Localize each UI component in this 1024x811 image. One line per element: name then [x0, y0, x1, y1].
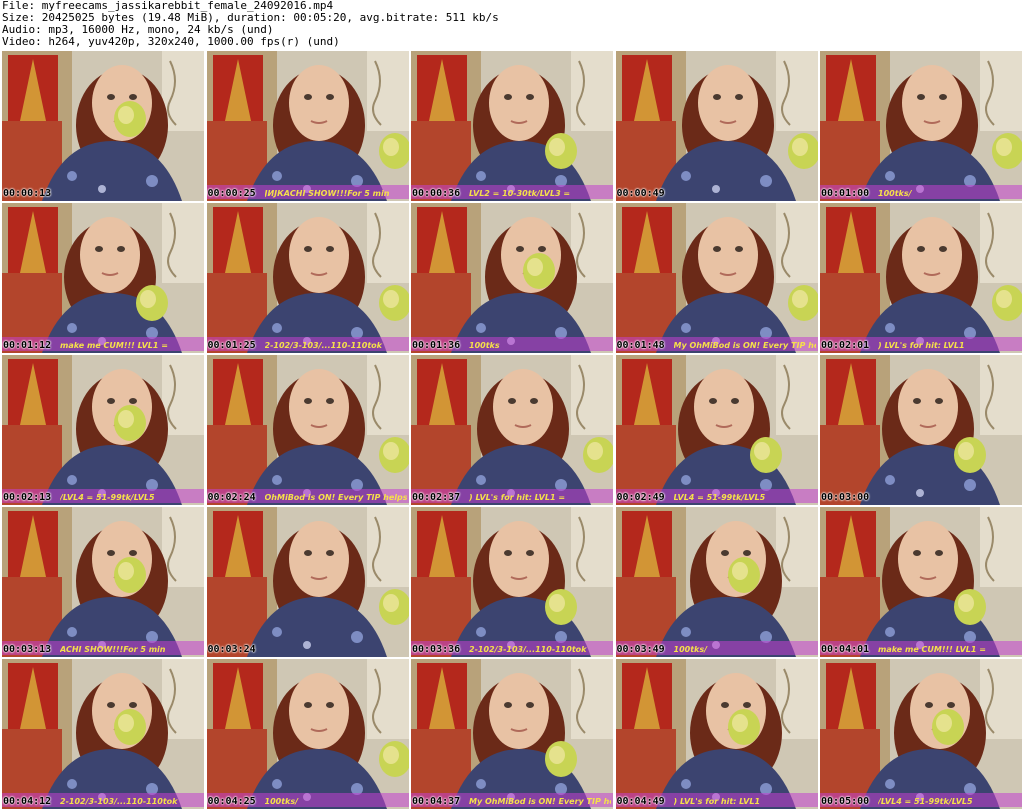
- frame-scene: [206, 507, 409, 657]
- timestamp-label: 00:05:00: [821, 796, 870, 807]
- video-thumbnail: LVL2 = 10-30tk/LVL3 = 00:00:36: [411, 51, 613, 201]
- overlay-banner: [2, 489, 204, 503]
- frame-scene: [2, 51, 204, 201]
- timestamp-label: 00:03:36: [412, 644, 461, 655]
- overlay-banner: [615, 793, 818, 807]
- timestamp-label: 00:03:13: [3, 644, 52, 655]
- timestamp-label: 00:04:25: [207, 796, 256, 807]
- video-thumbnail: My OhMiBod is ON! Every TIP helps 00:04:3…: [411, 659, 613, 809]
- timestamp-label: 00:03:24: [207, 644, 256, 655]
- thumbnail-grid: 00:00:13 ЈИЈКАСНІ SHOW!!!For 5 min 00:00:…: [2, 51, 1022, 809]
- timestamp-label: 00:04:49: [616, 796, 665, 807]
- overlay-text: My OhMiBod is ON! Every TIP helps: [673, 341, 816, 350]
- overlay-banner: [411, 641, 613, 655]
- video-thumbnail: /LVL4 = 51-99tk/LVL5 00:02:13: [2, 355, 204, 505]
- overlay-text: ЈИЈКАСНІ SHOW!!!For 5 min: [264, 189, 390, 198]
- timestamp-label: 00:00:25: [207, 188, 256, 199]
- file-info-header: File: myfreecams_jassikarebbit_female_24…: [0, 0, 1024, 50]
- overlay-banner: [206, 793, 409, 807]
- timestamp-label: 00:04:37: [412, 796, 461, 807]
- overlay-banner: [411, 793, 613, 807]
- timestamp-label: 00:02:01: [821, 340, 870, 351]
- overlay-text: ) LVL's for hit: LVL1 =: [469, 493, 566, 502]
- overlay-text: 100tks/: [673, 645, 708, 654]
- timestamp-label: 00:04:12: [3, 796, 52, 807]
- overlay-text: 2-102/3-103/...110-110tok: [60, 797, 178, 806]
- video-thumbnail: make me CUM!!! LVL1 = 00:04:01: [820, 507, 1022, 657]
- video-thumbnail: 2-102/3-103/...110-110tok 00:04:12: [2, 659, 204, 809]
- video-thumbnail: My OhMiBod is ON! Every TIP helps 00:01:4…: [615, 203, 818, 353]
- overlay-banner: [2, 337, 204, 351]
- video-thumbnail: 2-102/3-103/...110-110tok 00:01:25: [206, 203, 409, 353]
- overlay-banner: [411, 185, 613, 199]
- overlay-text: 100tks: [469, 341, 500, 350]
- overlay-text: 2-102/3-103/...110-110tok: [469, 645, 587, 654]
- video-thumbnail: 100tks/00:03:49: [615, 507, 818, 657]
- overlay-banner: [206, 489, 409, 503]
- overlay-banner: [820, 185, 1022, 199]
- frame-scene: [820, 355, 1022, 505]
- timestamp-label: 00:01:25: [207, 340, 256, 351]
- video-thumbnail: make me CUM!!! LVL1 = 00:01:12: [2, 203, 204, 353]
- video-thumbnail: 00:00:13: [2, 51, 204, 201]
- overlay-text: ) LVL's for hit: LVL1: [673, 797, 761, 806]
- timestamp-label: 00:00:49: [616, 188, 665, 199]
- video-thumbnail: 00:03:24: [206, 507, 409, 657]
- video-thumbnail: 2-102/3-103/...110-110tok 00:03:36: [411, 507, 613, 657]
- overlay-text: 2-102/3-103/...110-110tok: [264, 341, 383, 350]
- timestamp-label: 00:00:13: [3, 188, 52, 199]
- video-thumbnail: 100tks/00:01:00: [820, 51, 1022, 201]
- overlay-text: ) LVL's for hit: LVL1: [878, 341, 965, 350]
- video-thumbnail: /LVL4 = 51-99tk/LVL5 00:05:00: [820, 659, 1022, 809]
- overlay-text: 100tks/: [264, 797, 299, 806]
- overlay-text: My OhMiBod is ON! Every TIP helps: [469, 797, 611, 806]
- overlay-banner: [615, 489, 818, 503]
- timestamp-label: 00:03:49: [616, 644, 665, 655]
- video-thumbnail: LVL4 = 51-99tk/LVL5 00:02:49: [615, 355, 818, 505]
- video-thumbnail: ) LVL's for hit: LVL1 00:04:49: [615, 659, 818, 809]
- video-thumbnail: OhMiBod is ON! Every TIP helps 00:02:24: [206, 355, 409, 505]
- video-thumbnail: ) LVL's for hit: LVL1 = 00:02:37: [411, 355, 613, 505]
- timestamp-label: 00:02:49: [616, 492, 665, 503]
- overlay-banner: [820, 793, 1022, 807]
- overlay-text: OhMiBod is ON! Every TIP helps: [264, 493, 407, 502]
- video-thumbnail: 00:00:49: [615, 51, 818, 201]
- overlay-banner: [820, 641, 1022, 655]
- overlay-text: /LVL4 = 51-99tk/LVL5: [878, 797, 973, 806]
- overlay-banner: [2, 793, 204, 807]
- overlay-text: ACHI SHOW!!!For 5 min: [60, 645, 166, 654]
- overlay-banner: [2, 641, 204, 655]
- video-thumbnail: ACHI SHOW!!!For 5 min 00:03:13: [2, 507, 204, 657]
- timestamp-label: 00:01:00: [821, 188, 870, 199]
- timestamp-label: 00:01:36: [412, 340, 461, 351]
- timestamp-label: 00:00:36: [412, 188, 461, 199]
- overlay-text: LVL2 = 10-30tk/LVL3 =: [469, 189, 571, 198]
- video-thumbnail: ) LVL's for hit: LVL1 00:02:01: [820, 203, 1022, 353]
- timestamp-label: 00:02:24: [207, 492, 256, 503]
- overlay-text: LVL4 = 51-99tk/LVL5: [673, 493, 766, 502]
- timestamp-label: 00:02:13: [3, 492, 52, 503]
- overlay-text: make me CUM!!! LVL1 =: [60, 341, 168, 350]
- overlay-text: /LVL4 = 51-99tk/LVL5: [60, 493, 155, 502]
- overlay-banner: [615, 337, 818, 351]
- overlay-banner: [206, 185, 409, 199]
- video-thumbnail: 100tks 00:01:36: [411, 203, 613, 353]
- overlay-banner: [820, 337, 1022, 351]
- overlay-text: make me CUM!!! LVL1 =: [878, 645, 986, 654]
- timestamp-label: 00:04:01: [821, 644, 870, 655]
- timestamp-label: 00:02:37: [412, 492, 461, 503]
- frame-scene: [615, 51, 818, 201]
- video-thumbnail: ЈИЈКАСНІ SHOW!!!For 5 min 00:00:25: [206, 51, 409, 201]
- video-info-line: Video: h264, yuv420p, 320x240, 1000.00 f…: [2, 35, 340, 48]
- timestamp-label: 00:03:00: [821, 492, 870, 503]
- video-thumbnail: 00:03:00: [820, 355, 1022, 505]
- video-thumbnail: 100tks/00:04:25: [206, 659, 409, 809]
- timestamp-label: 00:01:48: [616, 340, 665, 351]
- overlay-text: 100tks/: [878, 189, 912, 198]
- overlay-banner: [206, 337, 409, 351]
- timestamp-label: 00:01:12: [3, 340, 52, 351]
- overlay-banner: [411, 489, 613, 503]
- overlay-banner: [411, 337, 613, 351]
- overlay-banner: [615, 641, 818, 655]
